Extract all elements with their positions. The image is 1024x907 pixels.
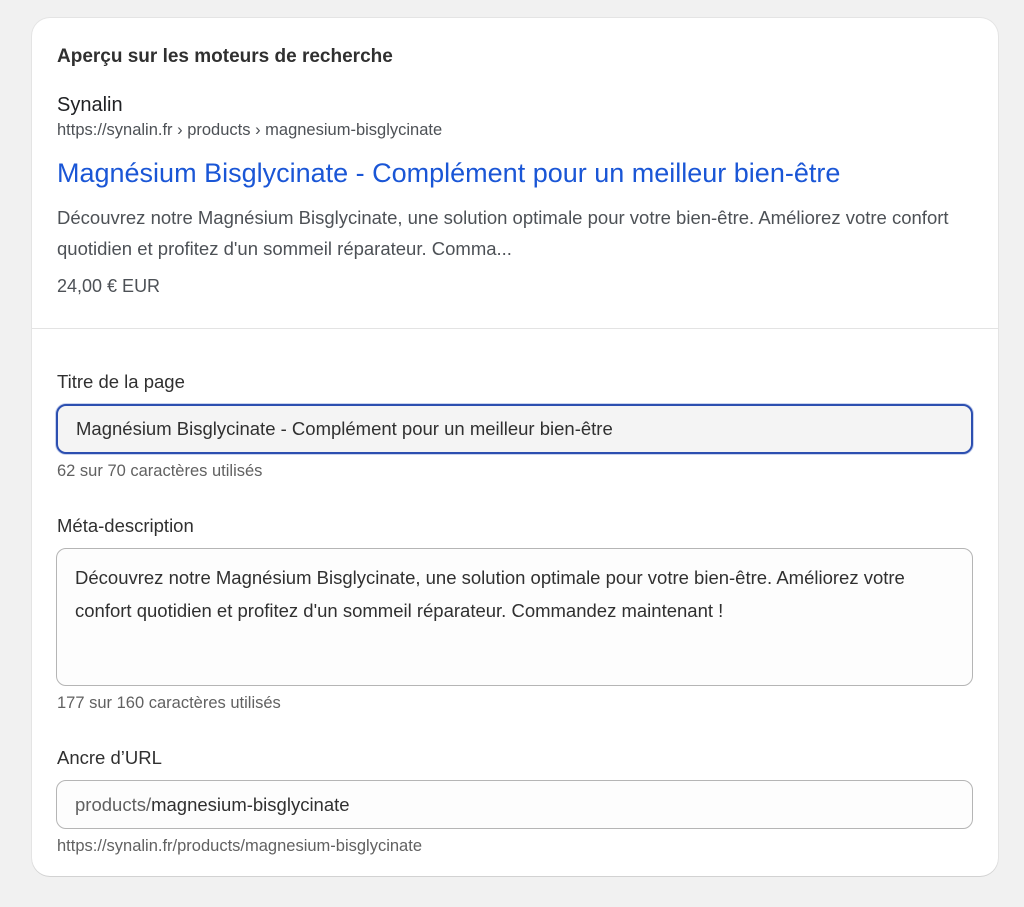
preview-breadcrumb-url: https://synalin.fr › products › magnesiu… [57,121,443,139]
section-heading: Aperçu sur les moteurs de recherche [57,46,393,67]
search-preview-section: Aperçu sur les moteurs de recherche Syna… [32,18,998,329]
preview-site-name: Synalin [57,94,123,116]
preview-title-link[interactable]: Magnésium Bisglycinate - Complément pour… [57,155,973,191]
meta-description-textarea[interactable]: Découvrez notre Magnésium Bisglycinate, … [56,548,973,686]
url-handle-input[interactable]: products/magnesium-bisglycinate [56,780,973,829]
seo-form-section: Titre de la page Magnésium Bisglycinate … [32,329,998,857]
page-title-field: Titre de la page Magnésium Bisglycinate … [56,369,973,482]
meta-description-char-count: 177 sur 160 caractères utilisés [57,694,281,712]
page-title-char-count: 62 sur 70 caractères utilisés [57,462,263,480]
page-title-input[interactable]: Magnésium Bisglycinate - Complément pour… [56,404,973,454]
seo-preview-card: Aperçu sur les moteurs de recherche Syna… [32,18,998,876]
url-handle-field: Ancre d’URL products/magnesium-bisglycin… [56,745,973,857]
url-handle-label: Ancre d’URL [57,747,162,768]
url-handle-prefix: products/ [75,794,152,815]
meta-description-field: Méta-description Découvrez notre Magnési… [56,513,973,714]
preview-price: 24,00 € EUR [57,276,161,296]
url-handle-full-url: https://synalin.fr/products/magnesium-bi… [57,837,422,855]
preview-description: Découvrez notre Magnésium Bisglycinate, … [57,207,949,259]
url-handle-value: magnesium-bisglycinate [151,794,350,815]
meta-description-label: Méta-description [57,515,194,536]
page-title-label: Titre de la page [57,371,185,392]
